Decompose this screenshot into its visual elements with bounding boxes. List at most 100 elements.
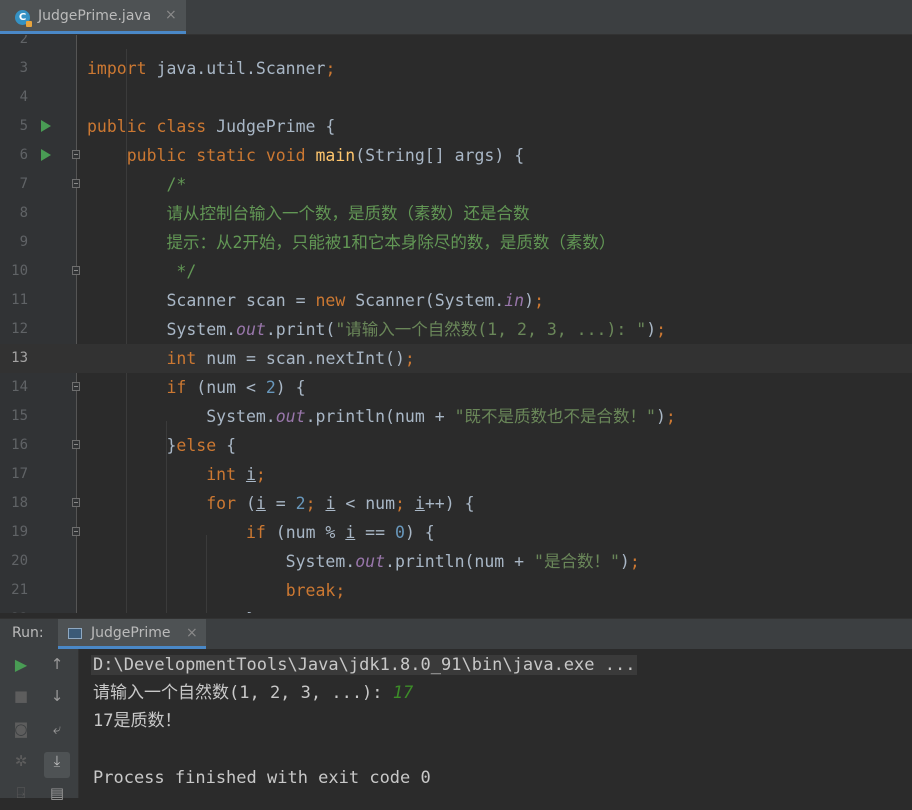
code-token: 2 <box>295 494 306 513</box>
fold-marker-icon[interactable] <box>72 266 80 275</box>
code-token: 请从控制台输入一个数，是质数（素数）还是合数 <box>166 204 530 223</box>
code-token: i <box>325 494 336 513</box>
close-icon[interactable]: × <box>186 625 198 641</box>
code-line-11[interactable]: 11 Scanner scan = new Scanner(System.in)… <box>0 286 912 315</box>
scroll-to-end-icon[interactable]: ⤓ <box>44 752 70 778</box>
code-token: ; <box>656 320 667 339</box>
code-token: (String[] args) { <box>355 146 525 165</box>
code-token: < num <box>335 494 396 513</box>
run-gutter-icon[interactable] <box>41 120 51 132</box>
code-token: i <box>345 523 356 542</box>
code-token: i <box>414 494 425 513</box>
code-text: int num = scan.nextInt(); <box>87 344 414 373</box>
code-token: } <box>87 436 177 455</box>
code-line-13[interactable]: 13 int num = scan.nextInt(); <box>0 344 912 373</box>
code-token: 提示：从2开始，只能被1和它本身除尽的数，是质数（素数） <box>166 233 616 252</box>
code-line-15[interactable]: 15 System.out.println(num + "既不是质数也不是合数！… <box>0 402 912 431</box>
code-token: ) <box>646 320 657 339</box>
run-gutter-icon[interactable] <box>41 149 51 161</box>
fold-marker-icon[interactable] <box>72 498 80 507</box>
code-line-9[interactable]: 9 提示：从2开始，只能被1和它本身除尽的数，是质数（素数） <box>0 228 912 257</box>
fold-marker-icon[interactable] <box>72 440 80 449</box>
code-text: Scanner scan = new Scanner(System.in); <box>87 286 544 315</box>
code-line-2[interactable]: 2 <box>0 35 912 54</box>
code-line-5[interactable]: 5 public class JudgePrime { <box>0 112 912 141</box>
code-token: int <box>206 465 246 484</box>
line-number: 8 <box>19 205 28 221</box>
code-line-8[interactable]: 8 请从控制台输入一个数，是质数（素数）还是合数 <box>0 199 912 228</box>
code-line-17[interactable]: 17 int i; <box>0 460 912 489</box>
fold-marker-icon[interactable] <box>72 382 80 391</box>
soft-wrap-icon[interactable]: ⤶ <box>44 720 70 746</box>
code-token: ; <box>305 494 326 513</box>
console-output[interactable]: D:\DevelopmentTools\Java\jdk1.8.0_91\bin… <box>79 649 912 798</box>
code-line-7[interactable]: 7 /* <box>0 170 912 199</box>
arrow-up-icon[interactable]: ↑ <box>44 655 70 681</box>
line-number: 13 <box>11 350 28 366</box>
fold-marker-icon[interactable] <box>72 527 80 536</box>
line-number: 5 <box>19 118 28 134</box>
code-line-19[interactable]: 19 if (num % i == 0) { <box>0 518 912 547</box>
code-line-6[interactable]: 6 public static void main(String[] args)… <box>0 141 912 170</box>
run-tab-judgeprime[interactable]: JudgePrime × <box>58 619 206 649</box>
code-editor[interactable]: 2 3 import java.util.Scanner; 4 5 public clas… <box>0 35 912 613</box>
code-token: ) <box>524 291 535 310</box>
line-number: 20 <box>11 553 28 569</box>
code-line-10[interactable]: 10 */ <box>0 257 912 286</box>
fold-marker-icon[interactable] <box>72 150 80 159</box>
code-token: System. <box>87 552 356 571</box>
code-token: JudgePrime { <box>216 117 336 136</box>
code-text: public class JudgePrime { <box>87 112 335 141</box>
code-line-22[interactable]: 22 } <box>0 605 912 613</box>
exit-icon[interactable]: ⍈ <box>8 784 34 810</box>
arrow-down-icon[interactable]: ↓ <box>44 687 70 713</box>
console-user-input: 17 <box>392 683 414 703</box>
code-line-16[interactable]: 16 }else { <box>0 431 912 460</box>
code-line-14[interactable]: 14 if (num < 2) { <box>0 373 912 402</box>
stop-icon[interactable]: ■ <box>8 687 34 713</box>
editor-tab-judgeprime[interactable]: C JudgePrime.java × <box>0 0 186 34</box>
code-token: { <box>226 436 237 455</box>
line-number: 7 <box>19 176 28 192</box>
code-line-3[interactable]: 3 import java.util.Scanner; <box>0 54 912 83</box>
code-token: /* <box>166 175 187 194</box>
code-text: public static void main(String[] args) { <box>87 141 524 170</box>
code-token: public class <box>87 117 217 136</box>
code-token: "既不是质数也不是合数！" <box>454 407 656 426</box>
print-icon[interactable]: ▤ <box>44 784 70 810</box>
code-token: ) { <box>404 523 435 542</box>
code-line-4[interactable]: 4 <box>0 83 912 112</box>
code-token: 0 <box>395 523 405 542</box>
code-line-20[interactable]: 20 System.out.println(num + "是合数！"); <box>0 547 912 576</box>
console-command[interactable]: D:\DevelopmentTools\Java\jdk1.8.0_91\bin… <box>91 655 638 675</box>
code-text: break; <box>87 576 346 605</box>
settings-icon[interactable]: ✲ <box>8 752 34 778</box>
close-icon[interactable]: × <box>165 7 177 23</box>
fold-marker-icon[interactable] <box>72 179 80 188</box>
code-token: = <box>265 494 296 513</box>
line-number: 11 <box>11 292 28 308</box>
code-line-12[interactable]: 12 System.out.print("请输入一个自然数(1, 2, 3, .… <box>0 315 912 344</box>
line-number: 6 <box>19 147 28 163</box>
code-token: java.util.Scanner <box>156 59 326 78</box>
camera-icon[interactable]: ◙ <box>8 720 34 746</box>
run-panel-header: Run: JudgePrime × <box>0 618 912 649</box>
code-token: System. <box>87 407 276 426</box>
code-token: import <box>87 59 157 78</box>
rerun-icon[interactable]: ▶ <box>8 655 34 681</box>
code-text: import java.util.Scanner; <box>87 54 335 83</box>
code-line-21[interactable]: 21 break; <box>0 576 912 605</box>
console-exit-message: Process finished with exit code 0 <box>93 768 431 788</box>
code-token: out <box>236 320 266 339</box>
console-command-line: D:\DevelopmentTools\Java\jdk1.8.0_91\bin… <box>91 651 638 679</box>
console-prompt-line: 请输入一个自然数(1, 2, 3, ...): 17 <box>93 679 413 707</box>
code-token: i <box>255 494 266 513</box>
code-line-18[interactable]: 18 for (i = 2; i < num; i++) { <box>0 489 912 518</box>
